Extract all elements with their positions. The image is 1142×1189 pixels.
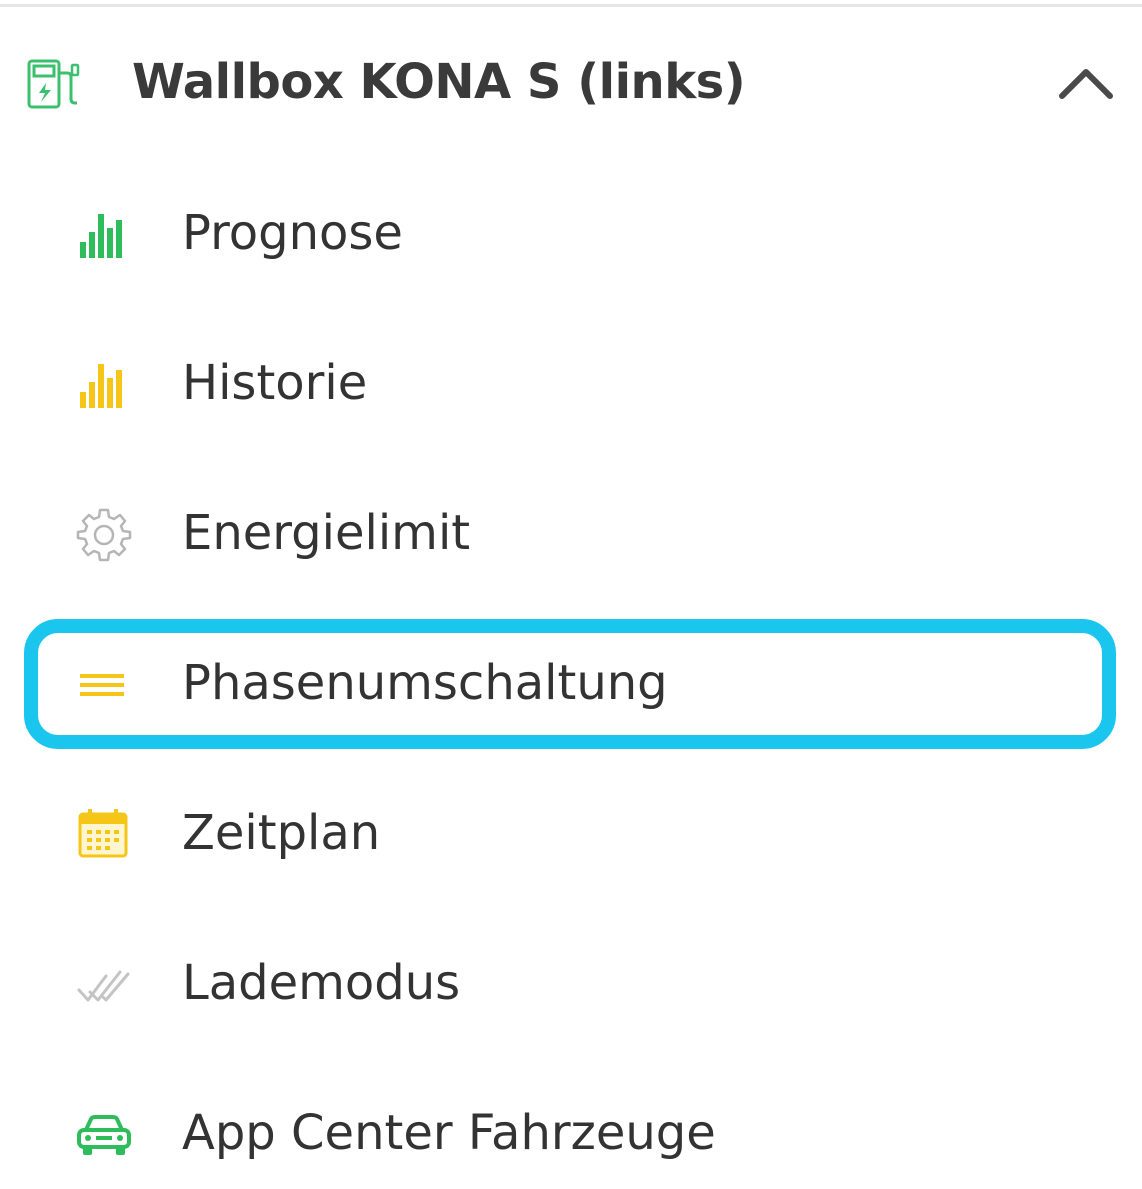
calendar-icon — [78, 809, 128, 858]
menu-item-label: Lademodus — [182, 955, 461, 1011]
top-divider — [0, 4, 1142, 7]
double-check-icon — [77, 970, 130, 1002]
three-lines-icon — [80, 674, 124, 696]
section-title: Wallbox KONA S (links) — [132, 54, 746, 110]
menu-item-zeitplan[interactable]: Zeitplan — [40, 779, 1120, 889]
menu-item-lademodus[interactable]: Lademodus — [40, 929, 1120, 1039]
gear-icon — [76, 508, 132, 562]
menu-item-label: Historie — [182, 355, 368, 411]
menu-item-prognose[interactable]: Prognose — [40, 179, 1120, 289]
bar-chart-icon — [80, 214, 122, 258]
menu-item-label: Zeitplan — [182, 805, 381, 861]
bar-chart-icon — [80, 364, 122, 408]
menu-item-label: Energielimit — [182, 505, 471, 561]
wallbox-charger-icon — [27, 59, 80, 109]
menu-item-label: App Center Fahrzeuge — [182, 1105, 716, 1161]
section-header-wallbox[interactable]: Wallbox KONA S (links) — [0, 28, 1142, 140]
chevron-up-icon[interactable] — [1058, 66, 1114, 100]
menu-item-app-center-fahrzeuge[interactable]: App Center Fahrzeuge — [40, 1079, 1120, 1189]
menu-item-label: Phasenumschaltung — [182, 655, 668, 711]
menu-item-phasenumschaltung[interactable]: Phasenumschaltung — [24, 619, 1120, 749]
menu-item-historie[interactable]: Historie — [40, 329, 1120, 439]
menu-item-energielimit[interactable]: Energielimit — [40, 479, 1120, 589]
car-icon — [77, 1115, 131, 1155]
menu-item-label: Prognose — [182, 205, 403, 261]
